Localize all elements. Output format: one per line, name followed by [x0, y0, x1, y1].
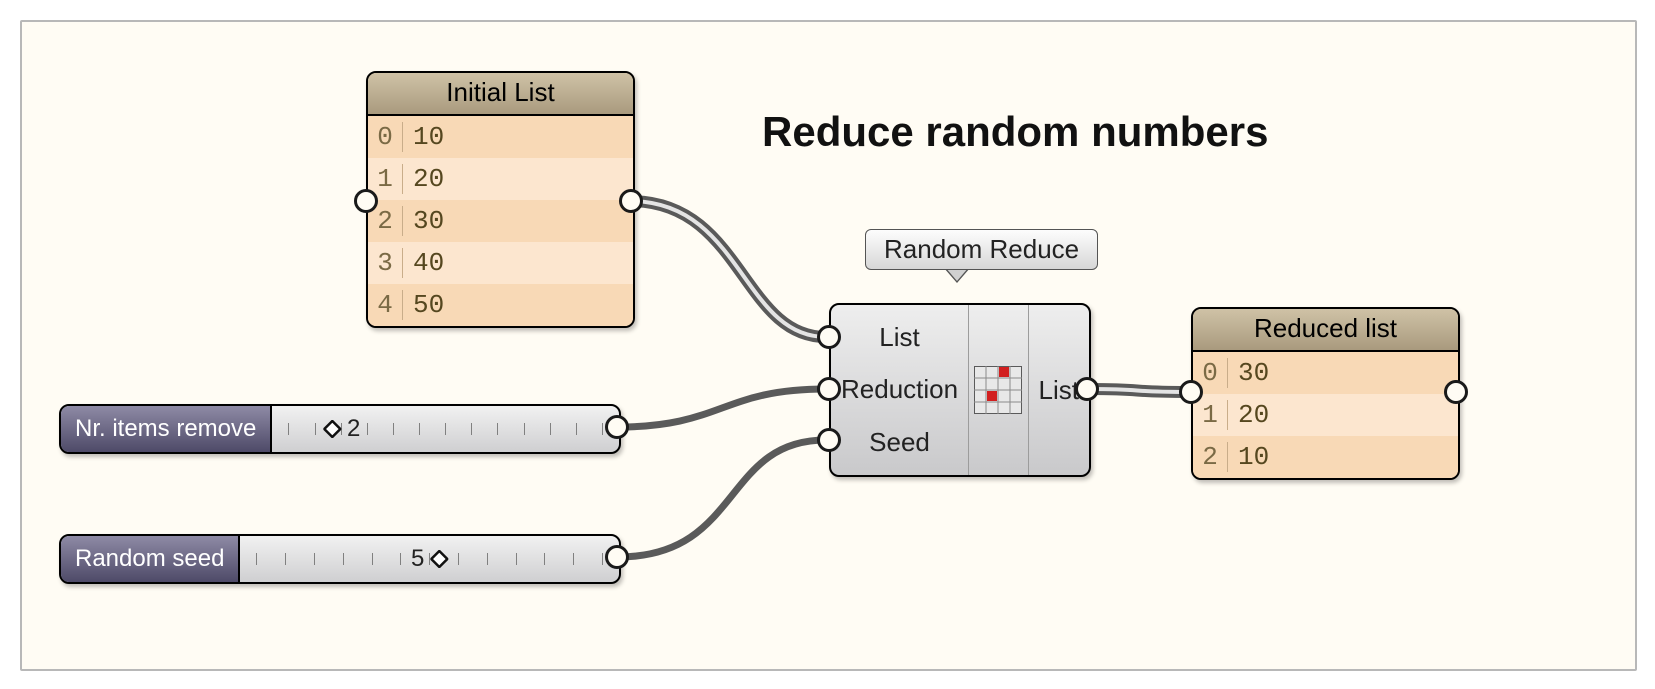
component-random-reduce[interactable]: List Reduction Seed List: [829, 303, 1091, 477]
panel-reduced-list[interactable]: Reduced list 030 120 210: [1191, 307, 1460, 480]
list-item: 450: [368, 284, 633, 326]
canvas-frame: Reduce random numbers Initial List 010 1…: [20, 20, 1637, 671]
slider-value: 2: [347, 415, 360, 443]
slider-track[interactable]: 5: [240, 536, 619, 582]
list-item: 120: [368, 158, 633, 200]
slider-handle[interactable]: 5: [411, 545, 448, 573]
list-item: 340: [368, 242, 633, 284]
list-value: 10: [1228, 442, 1269, 472]
slider-handle[interactable]: 2: [323, 415, 360, 443]
panel-title: Initial List: [368, 73, 633, 116]
slider-output-port[interactable]: [605, 415, 629, 439]
slider-nr-items-remove[interactable]: Nr. items remove 2: [59, 404, 621, 454]
input-label-list: List: [841, 322, 958, 353]
panel-input-port[interactable]: [1179, 380, 1203, 404]
slider-label: Nr. items remove: [61, 406, 272, 452]
list-index: 2: [1193, 442, 1228, 472]
diamond-icon: [430, 550, 448, 568]
list-item: 120: [1193, 394, 1458, 436]
list-value: 40: [403, 248, 444, 278]
list-value: 20: [403, 164, 444, 194]
component-output-port-list[interactable]: [1075, 377, 1099, 401]
list-index: 3: [368, 248, 403, 278]
list-value: 30: [1228, 358, 1269, 388]
component-icon: [969, 305, 1027, 475]
list-value: 10: [403, 122, 444, 152]
component-inputs: List Reduction Seed: [831, 305, 969, 475]
slider-label: Random seed: [61, 536, 240, 582]
slider-track[interactable]: 2: [272, 406, 619, 452]
list-value: 50: [403, 290, 444, 320]
input-label-reduction: Reduction: [841, 374, 958, 405]
panel-body: 030 120 210: [1193, 352, 1458, 478]
panel-input-port[interactable]: [354, 189, 378, 213]
list-index: 0: [368, 122, 403, 152]
output-label-list: List: [1039, 375, 1079, 406]
panel-output-port[interactable]: [619, 189, 643, 213]
panel-initial-list[interactable]: Initial List 010 120 230 340 450: [366, 71, 635, 328]
panel-body: 010 120 230 340 450: [368, 116, 633, 326]
input-label-seed: Seed: [841, 427, 958, 458]
list-item: 030: [1193, 352, 1458, 394]
list-item: 210: [1193, 436, 1458, 478]
slider-value: 5: [411, 545, 424, 573]
list-index: 1: [368, 164, 403, 194]
list-value: 20: [1228, 400, 1269, 430]
panel-title: Reduced list: [1193, 309, 1458, 352]
slider-output-port[interactable]: [605, 545, 629, 569]
diamond-icon: [323, 420, 341, 438]
component-input-port-reduction[interactable]: [817, 377, 841, 401]
component-input-port-seed[interactable]: [817, 428, 841, 452]
component-tooltip: Random Reduce: [865, 229, 1098, 270]
panel-output-port[interactable]: [1444, 380, 1468, 404]
list-item: 010: [368, 116, 633, 158]
slider-random-seed[interactable]: Random seed 5: [59, 534, 621, 584]
component-input-port-list[interactable]: [817, 325, 841, 349]
list-value: 30: [403, 206, 444, 236]
group-title: Reduce random numbers: [762, 108, 1268, 156]
list-item: 230: [368, 200, 633, 242]
list-index: 4: [368, 290, 403, 320]
list-index: 1: [1193, 400, 1228, 430]
